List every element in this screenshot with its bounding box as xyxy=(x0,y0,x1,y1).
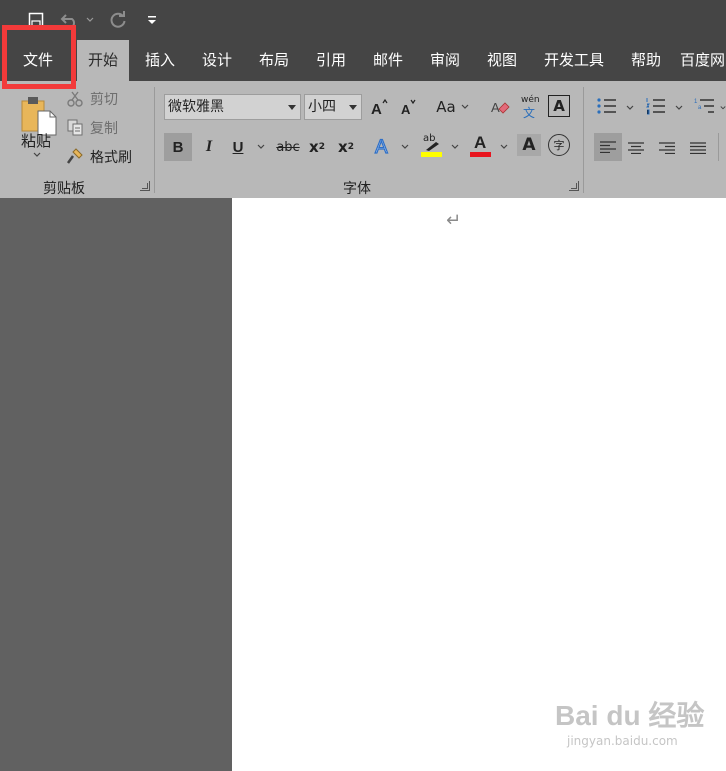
highlight-dropdown-icon[interactable] xyxy=(451,143,459,153)
baidu-watermark: Bai du 经验 jingyan.baidu.com xyxy=(555,690,705,760)
group-separator xyxy=(583,87,584,193)
paste-label[interactable]: 粘贴 xyxy=(21,130,51,151)
bullets-dropdown-icon[interactable] xyxy=(626,104,634,114)
paste-dropdown-icon[interactable] xyxy=(33,151,41,161)
watermark-url: jingyan.baidu.com xyxy=(567,734,678,748)
underline-button[interactable]: U xyxy=(226,135,250,159)
tab-references[interactable]: 引用 xyxy=(305,40,357,81)
font-color-label: A xyxy=(474,133,487,152)
quick-access-toolbar xyxy=(0,0,726,40)
font-dialog-launcher-icon[interactable] xyxy=(569,181,579,191)
group-separator xyxy=(154,87,155,193)
change-case-label: Aa xyxy=(436,98,456,116)
highlight-color-button[interactable]: ab xyxy=(420,133,444,159)
underline-label: U xyxy=(232,138,244,156)
clear-formatting-icon[interactable]: A xyxy=(488,95,512,119)
bullets-icon[interactable] xyxy=(596,97,620,117)
tab-layout[interactable]: 布局 xyxy=(248,40,300,81)
align-right-icon[interactable] xyxy=(659,139,679,155)
undo-dropdown-icon[interactable] xyxy=(84,8,96,32)
chevron-down-icon xyxy=(288,105,296,110)
italic-button[interactable]: I xyxy=(197,135,221,159)
subscript-button[interactable]: x2 xyxy=(305,135,329,159)
font-size-combo[interactable]: 小四 xyxy=(304,94,362,120)
svg-text:a: a xyxy=(698,105,702,111)
font-name-combo[interactable]: 微软雅黑 xyxy=(164,94,301,120)
svg-text:A: A xyxy=(371,101,382,117)
annotation-highlight-box xyxy=(2,25,76,89)
superscript-base: x xyxy=(338,138,348,156)
enclose-characters-label: 字 xyxy=(553,139,565,152)
underline-dropdown-icon[interactable] xyxy=(257,143,265,153)
tab-help[interactable]: 帮助 xyxy=(620,40,672,81)
clipboard-group-label: 剪贴板 xyxy=(43,181,85,197)
svg-text:A: A xyxy=(491,100,500,115)
tab-mailings[interactable]: 邮件 xyxy=(362,40,414,81)
superscript-mark: 2 xyxy=(347,142,354,152)
tab-insert[interactable]: 插入 xyxy=(134,40,186,81)
cut-label[interactable]: 剪切 xyxy=(90,89,118,109)
redo-icon[interactable] xyxy=(106,8,130,32)
shrink-font-icon[interactable]: A xyxy=(396,95,420,119)
font-name-value: 微软雅黑 xyxy=(168,99,224,115)
strikethrough-label: abc xyxy=(276,139,300,155)
tab-design[interactable]: 设计 xyxy=(191,40,243,81)
italic-label: I xyxy=(205,138,213,155)
watermark-brand: Bai du 经验 xyxy=(555,700,705,731)
grow-font-icon[interactable]: A xyxy=(367,95,391,119)
ribbon: 粘贴 剪切 复制 格式刷 剪贴板 微软雅黑 小四 A A Aa A wén 文 xyxy=(0,81,726,198)
bold-label: B xyxy=(172,138,184,156)
highlighter-pen-icon xyxy=(426,142,439,151)
cut-icon[interactable] xyxy=(66,90,84,108)
align-left-icon xyxy=(600,141,616,153)
copy-label[interactable]: 复制 xyxy=(90,118,118,138)
character-border-label: A xyxy=(553,97,565,115)
align-center-icon[interactable] xyxy=(628,139,648,155)
tab-review[interactable]: 审阅 xyxy=(419,40,471,81)
tab-home[interactable]: 开始 xyxy=(77,40,129,81)
tab-baidu[interactable]: 百度网 xyxy=(680,40,726,81)
format-painter-icon[interactable] xyxy=(66,147,84,165)
font-color-button[interactable]: A xyxy=(469,133,493,159)
align-left-button[interactable] xyxy=(594,133,622,161)
numbering-icon[interactable] xyxy=(645,97,669,117)
font-size-value: 小四 xyxy=(308,99,336,115)
superscript-button[interactable]: x2 xyxy=(334,135,358,159)
text-effects-dropdown-icon[interactable] xyxy=(401,143,409,153)
svg-text:A: A xyxy=(401,102,411,117)
tab-view[interactable]: 视图 xyxy=(476,40,528,81)
ribbon-tab-bar: 文件 开始 插入 设计 布局 引用 邮件 审阅 视图 开发工具 帮助 百度网 xyxy=(0,40,726,81)
numbering-dropdown-icon[interactable] xyxy=(675,104,683,114)
multilevel-dropdown-icon[interactable] xyxy=(720,104,726,114)
font-group-label: 字体 xyxy=(343,181,371,197)
tab-developer[interactable]: 开发工具 xyxy=(535,40,613,81)
document-page[interactable]: ↵ xyxy=(232,198,726,771)
font-color-dropdown-icon[interactable] xyxy=(500,143,508,153)
subscript-base: x xyxy=(309,138,319,156)
copy-icon[interactable] xyxy=(66,118,84,136)
strikethrough-button[interactable]: abc xyxy=(274,135,302,159)
customize-qat-icon[interactable] xyxy=(144,8,160,32)
character-shading-label: A xyxy=(522,135,536,155)
bold-button[interactable]: B xyxy=(164,133,192,161)
change-case-button[interactable]: Aa xyxy=(432,95,460,119)
group-separator xyxy=(718,133,719,161)
character-border-button[interactable]: A xyxy=(548,95,570,117)
justify-icon[interactable] xyxy=(690,139,710,155)
multilevel-list-icon[interactable]: 1a xyxy=(694,97,718,117)
svg-text:A: A xyxy=(375,137,388,157)
clipboard-dialog-launcher-icon[interactable] xyxy=(140,181,150,191)
chevron-down-icon xyxy=(349,105,357,110)
font-color-swatch xyxy=(470,152,491,157)
enclose-characters-button[interactable]: 字 xyxy=(548,134,570,156)
phonetic-guide-button[interactable]: wén 文 xyxy=(518,95,542,120)
change-case-dropdown-icon[interactable] xyxy=(461,103,469,113)
format-painter-label[interactable]: 格式刷 xyxy=(90,147,132,167)
character-shading-button[interactable]: A xyxy=(517,134,541,156)
highlight-color-swatch xyxy=(421,152,442,157)
phonetic-guide-bottom: 文 xyxy=(523,106,536,120)
text-effects-icon[interactable]: A xyxy=(371,134,395,158)
paragraph-mark: ↵ xyxy=(446,210,462,231)
subscript-mark: 2 xyxy=(318,142,325,152)
